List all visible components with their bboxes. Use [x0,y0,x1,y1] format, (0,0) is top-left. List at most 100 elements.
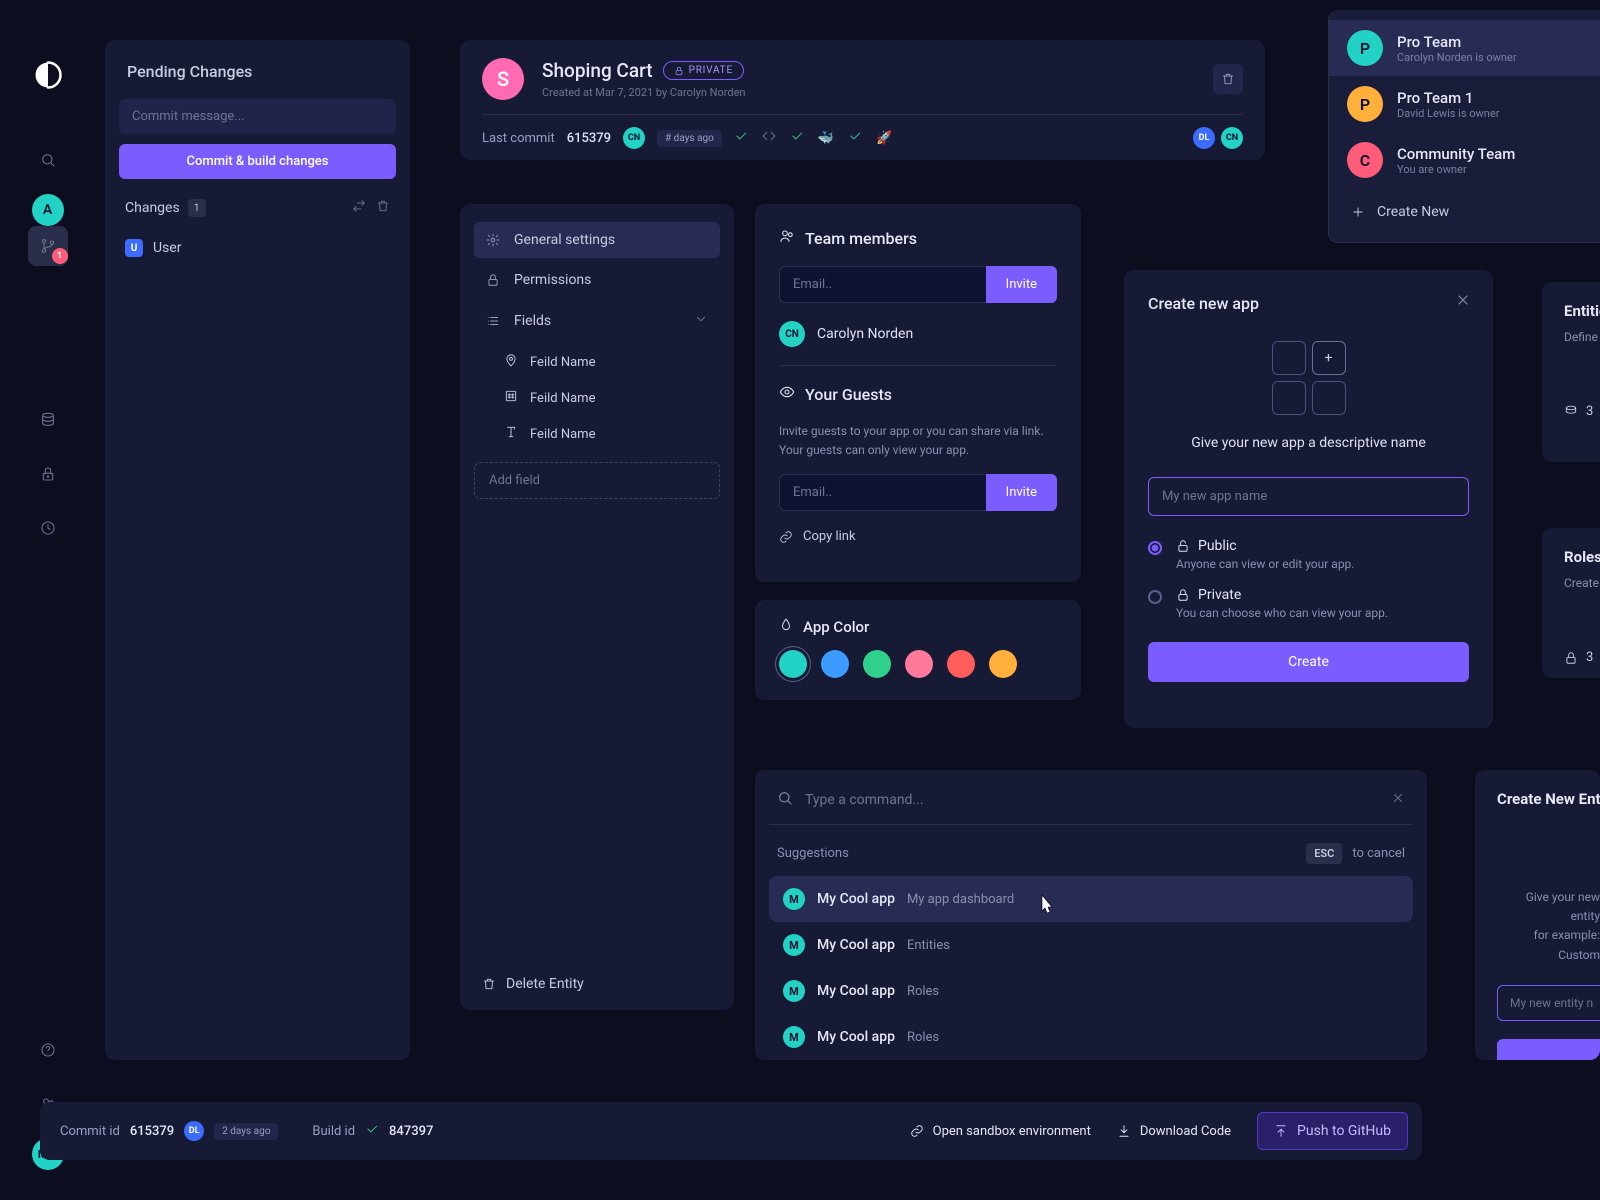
open-sandbox-button[interactable]: Open sandbox environment [910,1124,1091,1139]
push-github-button[interactable]: Push to GitHub [1257,1112,1408,1150]
create-entity-fragment: Create New Entity Give your new entityfo… [1475,770,1600,1060]
eye-icon [779,384,795,404]
command-item[interactable]: MMy Cool appEntities [769,922,1413,968]
privacy-pill: PRIVATE [663,61,744,80]
color-swatch[interactable] [905,650,933,678]
field-item[interactable]: Feild Name [474,344,720,380]
command-item[interactable]: MMy Cool appRoles [769,1014,1413,1060]
last-commit-label: Last commit [482,131,555,146]
history-icon[interactable] [28,508,68,548]
copy-link-button[interactable]: Copy link [779,529,1057,544]
plus-icon: + [1312,341,1346,375]
last-commit-hash: 615379 [567,131,611,146]
changes-count: 1 [188,199,206,217]
team-members-card: Team members Invite CN Carolyn Norden Yo… [755,204,1081,582]
app-chip: M [783,980,805,1002]
commit-time: 2 days ago [214,1123,278,1140]
app-meta: Created at Mar 7, 2021 by Carolyn Norden [542,86,745,99]
field-item[interactable]: Feild Name [474,416,720,452]
commit-id-value: 615379 [130,1124,174,1139]
download-code-button[interactable]: Download Code [1117,1124,1231,1139]
team-avatar: P [1347,86,1383,122]
delete-app-button[interactable] [1213,64,1243,94]
command-item[interactable]: MMy Cool appMy app dashboard [769,876,1413,922]
gear-icon [486,233,502,247]
create-team-button[interactable]: Create New [1329,192,1600,232]
command-item[interactable]: MMy Cool appRoles [769,968,1413,1014]
esc-key: ESC [1306,843,1342,864]
team-item[interactable]: PPro Team 1David Lewis is owner [1329,76,1600,132]
tab-general-settings[interactable]: General settings [474,222,720,258]
guest-email-input[interactable] [779,474,986,511]
create-app-desc: Give your new app a descriptive name [1148,435,1469,451]
team-item[interactable]: PPro TeamCarolyn Norden is owner [1329,20,1600,76]
team-members-title: Team members [805,229,917,248]
build-id-value: 847397 [389,1124,433,1139]
app-name-input[interactable] [1148,477,1469,516]
radio-off-icon [1148,590,1162,604]
tab-fields[interactable]: Fields [474,302,720,340]
change-type-badge: U [125,239,143,257]
check-icon [790,129,804,147]
search-icon[interactable] [28,140,68,180]
lock-icon[interactable] [28,454,68,494]
command-palette: Suggestions ESC to cancel MMy Cool appMy… [755,770,1427,1060]
color-swatch[interactable] [863,650,891,678]
member-avatar: CN [779,321,805,347]
team-email-input[interactable] [779,266,986,303]
commit-message-input[interactable] [119,99,396,134]
suggestions-label: Suggestions [777,846,849,861]
create-button[interactable]: Create [1148,642,1469,682]
guest-invite-button[interactable]: Invite [986,474,1057,511]
command-input[interactable] [805,792,1379,808]
git-branch-icon[interactable]: 1 [28,226,68,266]
user-avatar-rail[interactable]: A [32,194,64,226]
close-icon[interactable] [1455,292,1471,312]
commit-id-label: Commit id [60,1124,120,1139]
commit-build-button[interactable]: Commit & build changes [119,144,396,179]
collaborator-avatar-dl: DL [1193,127,1215,149]
change-item-name: User [153,240,181,256]
collaborator-avatar-cn: CN [1221,127,1243,149]
close-icon[interactable] [1391,791,1405,809]
swap-icon[interactable] [352,199,366,217]
users-icon [779,228,795,248]
team-invite-button[interactable]: Invite [986,266,1057,303]
entities-card-fragment: Entities Define entities fo 3 [1542,282,1600,462]
team-member-row[interactable]: CN Carolyn Norden [779,321,1057,347]
entity-name-input[interactable] [1497,985,1600,1021]
color-swatch[interactable] [947,650,975,678]
tab-permissions[interactable]: Permissions [474,262,720,298]
create-app-title: Create new app [1148,294,1469,313]
database-icon[interactable] [28,400,68,440]
droplet-icon [779,618,793,636]
team-item[interactable]: CCommunity TeamYou are owner [1329,132,1600,188]
radio-on-icon [1148,541,1162,555]
guests-description: Invite guests to your app or you can sha… [779,422,1057,460]
visibility-public[interactable]: Public Anyone can view or edit your app. [1148,538,1469,571]
lock-icon [486,273,502,287]
to-cancel-label: to cancel [1352,846,1405,861]
check-icon [734,129,748,147]
color-swatch[interactable] [821,650,849,678]
nav-rail: A 1 MM [0,0,95,1200]
code-icon [762,129,776,147]
visibility-private[interactable]: Private You can choose who can view your… [1148,587,1469,620]
change-item-user[interactable]: U User [119,233,396,263]
delete-entity-button[interactable]: Delete Entity [482,976,584,992]
member-name: Carolyn Norden [817,326,913,342]
docker-icon: 🐳 [818,131,834,146]
team-switcher: PPro TeamCarolyn Norden is ownerPPro Tea… [1328,10,1600,243]
field-item[interactable]: Feild Name [474,380,720,416]
color-swatch[interactable] [989,650,1017,678]
check-icon [848,129,862,147]
help-icon[interactable] [28,1030,68,1070]
last-commit-time: # days ago [657,130,722,147]
discard-icon[interactable] [376,199,390,217]
committer-avatar-cn: CN [623,127,645,149]
color-swatch[interactable] [779,650,807,678]
create-entity-button[interactable] [1497,1039,1600,1060]
roles-card-fragment: Roles Create roles for yo 3 [1542,528,1600,678]
add-field-button[interactable]: Add field [474,462,720,499]
logo [33,60,63,90]
